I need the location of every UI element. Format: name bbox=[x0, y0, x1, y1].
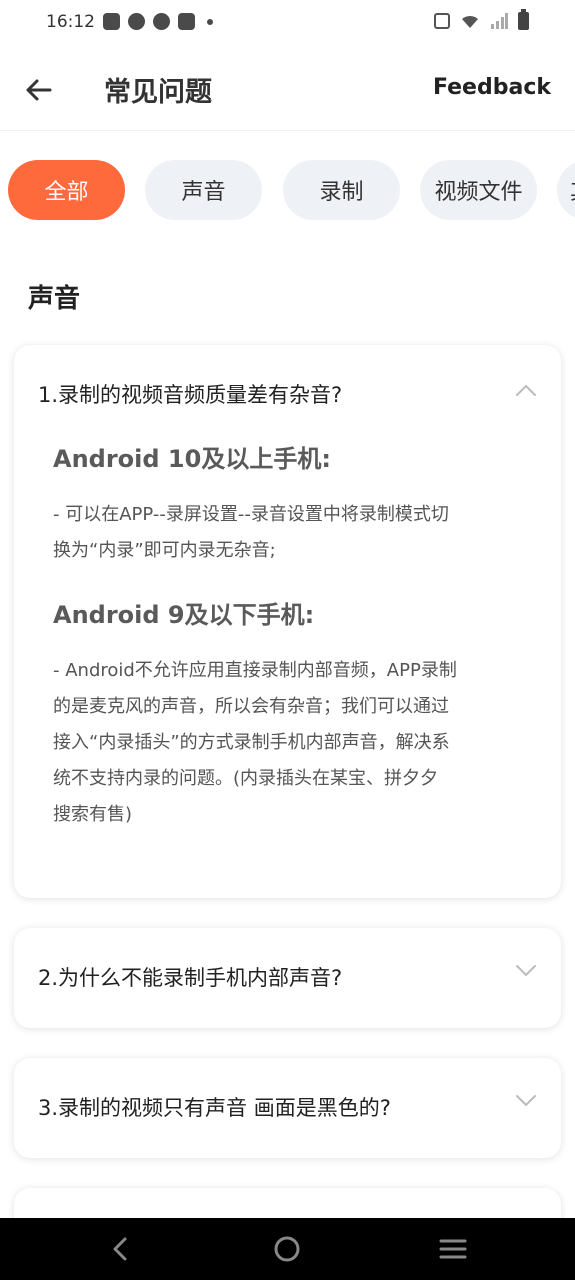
mail-icon bbox=[178, 13, 195, 30]
answer-line: 换为“内录”即可内录无杂音; bbox=[53, 540, 276, 561]
chevron-down-icon[interactable] bbox=[515, 964, 537, 978]
nav-home-button[interactable] bbox=[267, 1232, 307, 1266]
faq-question[interactable]: 1.录制的视频音频质量差有杂音? bbox=[38, 379, 342, 409]
answer-paragraph: - Android不允许应用直接录制内部音频，APP录制 的是麦克风的声音，所以… bbox=[53, 653, 513, 833]
answer-line: 搜索有售) bbox=[53, 804, 133, 825]
back-button[interactable] bbox=[18, 70, 58, 110]
nav-recents-button[interactable] bbox=[433, 1232, 473, 1266]
system-icons bbox=[434, 9, 529, 30]
battery-icon bbox=[518, 9, 529, 30]
answer-heading: Android 10及以上手机: bbox=[53, 445, 331, 473]
chevron-down-icon[interactable] bbox=[515, 1094, 537, 1108]
answer-line: 接入“内录插头”的方式录制手机内部声音，解决系 bbox=[53, 732, 450, 753]
category-tabs: 全部 声音 录制 视频文件 其 bbox=[0, 160, 575, 222]
faq-card[interactable]: 2.为什么不能录制手机内部声音? bbox=[14, 928, 561, 1028]
signal-icon bbox=[491, 13, 508, 29]
faq-question[interactable]: 3.录制的视频只有声音 画面是黑色的? bbox=[38, 1092, 391, 1122]
tab-sound[interactable]: 声音 bbox=[145, 160, 262, 220]
nav-back-button[interactable] bbox=[100, 1232, 140, 1266]
faq-question[interactable]: 2.为什么不能录制手机内部声音? bbox=[38, 962, 342, 992]
answer-line: - Android不允许应用直接录制内部音频，APP录制 bbox=[53, 660, 457, 681]
status-time: 16:12 bbox=[46, 12, 95, 32]
more-notifications-dot-icon bbox=[207, 18, 213, 25]
answer-heading: Android 9及以下手机: bbox=[53, 601, 315, 629]
system-navigation-bar bbox=[0, 1218, 575, 1280]
notification-icons bbox=[103, 13, 213, 30]
nav-home-icon bbox=[274, 1236, 300, 1262]
nav-back-icon bbox=[113, 1237, 127, 1261]
app-notification-icon bbox=[153, 13, 170, 30]
section-title: 声音 bbox=[28, 284, 81, 314]
tab-video-file[interactable]: 视频文件 bbox=[420, 160, 537, 220]
vibrate-icon bbox=[434, 13, 450, 29]
page-title: 常见问题 bbox=[104, 77, 212, 108]
menu-icon bbox=[439, 1239, 467, 1259]
answer-line: 的是麦克风的声音，所以会有杂音；我们可以通过 bbox=[53, 696, 449, 717]
status-bar: 16:12 bbox=[0, 0, 575, 48]
feedback-button[interactable]: Feedback bbox=[433, 75, 551, 100]
chevron-up-icon[interactable] bbox=[515, 383, 537, 397]
mail-icon bbox=[103, 13, 120, 30]
tab-more[interactable]: 其 bbox=[557, 160, 575, 220]
tab-recording[interactable]: 录制 bbox=[283, 160, 400, 220]
app-header: 常见问题 Feedback bbox=[0, 48, 575, 131]
answer-line: - 可以在APP--录屏设置--录音设置中将录制模式切 bbox=[53, 504, 449, 525]
arrow-left-icon bbox=[26, 79, 52, 101]
answer-paragraph: - 可以在APP--录屏设置--录音设置中将录制模式切 换为“内录”即可内录无杂… bbox=[53, 497, 513, 569]
answer-line: 统不支持内录的问题。(内录插头在某宝、拼夕夕 bbox=[53, 768, 439, 789]
wifi-icon bbox=[462, 15, 478, 28]
faq-card-expanded: 1.录制的视频音频质量差有杂音? Android 10及以上手机: - 可以在A… bbox=[14, 345, 561, 898]
tab-all[interactable]: 全部 bbox=[8, 160, 125, 220]
app-notification-icon bbox=[128, 13, 145, 30]
faq-card[interactable]: 3.录制的视频只有声音 画面是黑色的? bbox=[14, 1058, 561, 1158]
